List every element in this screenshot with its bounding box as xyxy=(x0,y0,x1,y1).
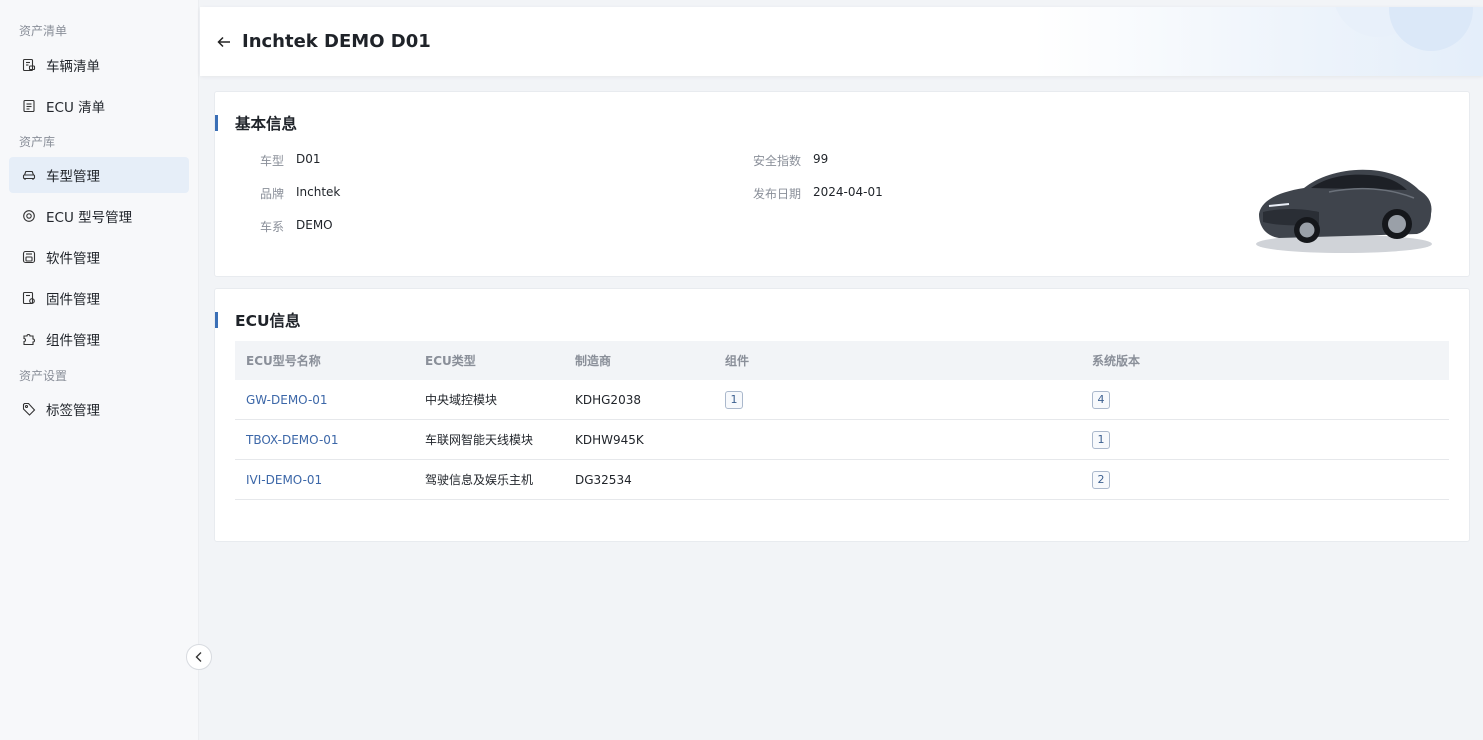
sidebar-collapse-button[interactable] xyxy=(186,644,212,670)
sidebar: 资产清单 车辆清单 ECU 清单 资产库 车型管理 ECU 型号管理 软件管理 xyxy=(0,0,199,740)
field-value-release-date: 2024-04-01 xyxy=(813,185,883,199)
sidebar-item-label: 车辆清单 xyxy=(46,59,100,75)
sidebar-item-components[interactable]: 组件管理 xyxy=(9,321,189,357)
component-icon xyxy=(22,332,36,346)
field-value-brand: Inchtek xyxy=(296,185,341,199)
document-list-icon xyxy=(22,99,36,113)
ecu-model-link[interactable]: TBOX-DEMO-01 xyxy=(246,433,339,447)
sidebar-item-label: ECU 型号管理 xyxy=(46,210,133,226)
back-arrow-icon[interactable] xyxy=(216,34,232,50)
sidebar-item-vehicle-list[interactable]: 车辆清单 xyxy=(9,47,189,83)
sidebar-item-label: 车型管理 xyxy=(46,169,100,185)
page-title: Inchtek DEMO D01 xyxy=(242,31,431,52)
version-count-badge[interactable]: 2 xyxy=(1092,470,1110,489)
sidebar-item-vehicle-models[interactable]: 车型管理 xyxy=(9,157,189,193)
section-accent-bar xyxy=(215,312,218,328)
column-header: 系统版本 xyxy=(1092,354,1141,368)
ecu-model-link[interactable]: GW-DEMO-01 xyxy=(246,393,328,407)
header-decoration xyxy=(1389,7,1473,51)
field-value-security-index: 99 xyxy=(813,152,829,166)
sidebar-item-label: 组件管理 xyxy=(46,333,100,349)
car-icon xyxy=(22,168,36,182)
sidebar-item-tags[interactable]: 标签管理 xyxy=(9,391,189,427)
ecu-table: ECU型号名称 ECU类型 制造商 组件 系统版本 GW-DEMO-01 中央域… xyxy=(235,341,1449,500)
section-title-text: ECU信息 xyxy=(235,312,301,330)
basic-info-card: 基本信息 车型 D01 品牌 Inchtek 车系 DEMO 安全指数 99 发… xyxy=(214,91,1470,277)
ecu-type: 驾驶信息及娱乐主机 xyxy=(425,473,534,487)
version-count-badge[interactable]: 1 xyxy=(1092,430,1110,449)
field-value-series: DEMO xyxy=(296,218,333,232)
column-header: ECU类型 xyxy=(425,354,476,368)
sidebar-item-ecu-list[interactable]: ECU 清单 xyxy=(9,88,189,124)
vehicle-list-icon xyxy=(22,58,36,72)
section-title: 基本信息 xyxy=(215,114,298,133)
page-header: Inchtek DEMO D01 xyxy=(200,7,1483,76)
version-count-cell: 4 xyxy=(1092,390,1110,409)
section-title-text: 基本信息 xyxy=(235,115,298,133)
sidebar-item-label: 标签管理 xyxy=(46,403,100,419)
section-accent-bar xyxy=(215,115,218,131)
software-icon xyxy=(22,250,36,264)
ecu-model-link[interactable]: IVI-DEMO-01 xyxy=(246,473,322,487)
sidebar-item-software[interactable]: 软件管理 xyxy=(9,239,189,275)
chevron-left-icon xyxy=(194,651,204,663)
sidebar-item-label: ECU 清单 xyxy=(46,100,106,116)
field-label-model: 车型 xyxy=(260,154,285,168)
column-header: 制造商 xyxy=(575,354,612,368)
chip-settings-icon xyxy=(22,209,36,223)
section-title: ECU信息 xyxy=(215,311,301,330)
ecu-type: 中央域控模块 xyxy=(425,393,498,407)
field-label-security-index: 安全指数 xyxy=(753,154,802,168)
sidebar-group-title: 资产清单 xyxy=(19,24,68,38)
column-header: 组件 xyxy=(725,354,750,368)
ecu-maker: KDHW945K xyxy=(575,432,644,447)
ecu-maker: DG32534 xyxy=(575,472,632,487)
table-row: GW-DEMO-01 中央域控模块 KDHG2038 1 4 xyxy=(235,380,1449,420)
firmware-icon xyxy=(22,291,36,305)
sidebar-group-title: 资产库 xyxy=(19,135,56,149)
table-header: ECU型号名称 ECU类型 制造商 组件 系统版本 xyxy=(235,341,1449,380)
sidebar-item-label: 软件管理 xyxy=(46,251,100,267)
ecu-info-card: ECU信息 ECU型号名称 ECU类型 制造商 组件 系统版本 GW-DEMO-… xyxy=(214,288,1470,542)
version-count-cell: 1 xyxy=(1092,430,1110,449)
ecu-type: 车联网智能天线模块 xyxy=(425,433,534,447)
component-count-cell: 1 xyxy=(725,390,743,409)
field-label-brand: 品牌 xyxy=(260,187,285,201)
table-row: TBOX-DEMO-01 车联网智能天线模块 KDHW945K 1 xyxy=(235,420,1449,460)
car-image xyxy=(1249,152,1439,258)
ecu-maker: KDHG2038 xyxy=(575,392,641,407)
component-count-badge[interactable]: 1 xyxy=(725,390,743,409)
tag-icon xyxy=(22,402,36,416)
sidebar-item-firmware[interactable]: 固件管理 xyxy=(9,280,189,316)
table-row: IVI-DEMO-01 驾驶信息及娱乐主机 DG32534 2 xyxy=(235,460,1449,500)
sidebar-item-label: 固件管理 xyxy=(46,292,100,308)
sidebar-group-title: 资产设置 xyxy=(19,369,68,383)
sidebar-item-ecu-models[interactable]: ECU 型号管理 xyxy=(9,198,189,234)
version-count-cell: 2 xyxy=(1092,470,1110,489)
version-count-badge[interactable]: 4 xyxy=(1092,390,1110,409)
column-header: ECU型号名称 xyxy=(246,354,321,368)
field-value-model: D01 xyxy=(296,152,321,166)
field-label-series: 车系 xyxy=(260,220,285,234)
field-label-release-date: 发布日期 xyxy=(753,187,802,201)
